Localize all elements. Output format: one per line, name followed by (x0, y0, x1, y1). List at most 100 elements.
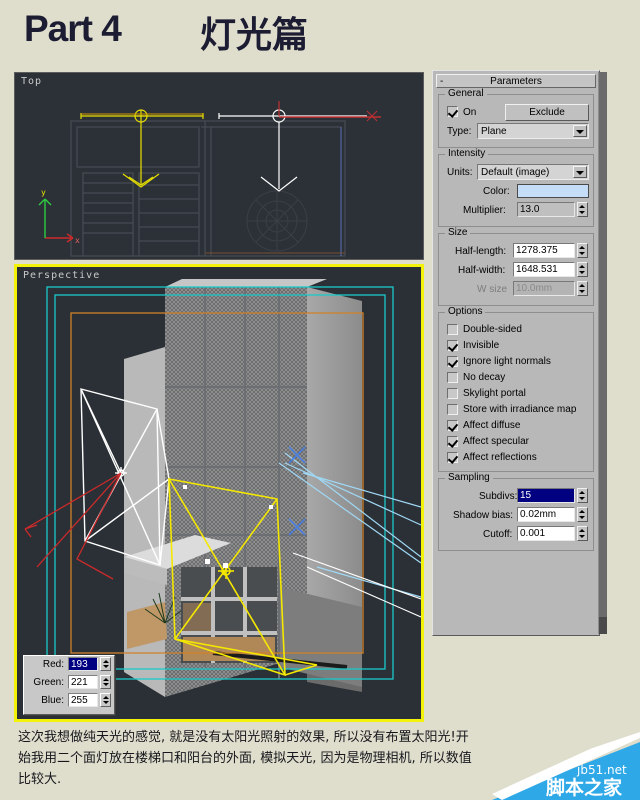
red-label: Red: (43, 659, 64, 670)
option-affect-reflections[interactable]: Affect reflections (443, 450, 589, 466)
chevron-down-icon[interactable] (573, 166, 587, 178)
light-color-swatch[interactable] (517, 184, 589, 198)
option-skylight-portal[interactable]: Skylight portal (443, 386, 589, 402)
half-width-spinner[interactable] (577, 262, 588, 277)
red-input[interactable]: 193 (68, 657, 98, 671)
option-ignore-light-normals[interactable]: Ignore light normals (443, 354, 589, 370)
affect-diffuse-checkbox[interactable] (447, 420, 458, 431)
viewport-perspective-scene (17, 267, 421, 719)
color-label: Color: (483, 186, 510, 197)
type-dropdown[interactable]: Plane (477, 123, 589, 139)
scrollbar-thumb[interactable] (599, 72, 607, 617)
row-cutoff: Cutoff: 0.001 (443, 526, 589, 543)
w-size-label: W size (477, 284, 507, 295)
multiplier-input[interactable]: 13.0 (517, 202, 575, 217)
green-spinner[interactable] (100, 675, 111, 689)
viewport-top[interactable]: Top (14, 72, 424, 260)
title-bar: Part 4 灯光篇 (0, 0, 640, 64)
option-affect-diffuse[interactable]: Affect diffuse (443, 418, 589, 434)
row-half-length: Half-length: 1278.375 (443, 243, 589, 260)
group-size: Size Half-length: 1278.375 Half-width: 1… (438, 233, 594, 306)
exclude-button[interactable]: Exclude (505, 104, 589, 121)
option-invisible[interactable]: Invisible (443, 338, 589, 354)
blue-input[interactable]: 255 (68, 693, 98, 707)
half-width-input[interactable]: 1648.531 (513, 262, 575, 277)
viewport-perspective[interactable]: Perspective (14, 264, 424, 722)
on-label: On (463, 107, 476, 118)
rgb-color-picker[interactable]: Red: 193 Green: 221 Blue: 255 (23, 655, 115, 715)
rgb-row-red: Red: 193 (26, 657, 112, 674)
group-size-title: Size (445, 228, 470, 238)
affect-reflections-checkbox[interactable] (447, 452, 458, 463)
watermark-url: jb51.net (576, 763, 627, 777)
watermark-graphic: jb51.net 脚本之家 (492, 682, 640, 800)
rollout-title: Parameters (490, 76, 542, 87)
option-no-decay[interactable]: No decay (443, 370, 589, 386)
row-units: Units: Default (image) (443, 164, 589, 181)
command-panel-scrollbar[interactable] (598, 72, 607, 634)
affect-reflections-label: Affect reflections (463, 452, 537, 463)
chevron-down-icon[interactable] (573, 125, 587, 137)
group-options: Options Double-sided Invisible Ignore li… (438, 312, 594, 472)
subdivs-label: Subdivs: (479, 491, 517, 502)
ignore-light-normals-label: Ignore light normals (463, 356, 551, 367)
double-sided-label: Double-sided (463, 324, 522, 335)
subdivs-spinner[interactable] (577, 488, 588, 503)
blue-label: Blue: (41, 695, 64, 706)
ignore-light-normals-checkbox[interactable] (447, 356, 458, 367)
option-double-sided[interactable]: Double-sided (443, 322, 589, 338)
group-intensity-title: Intensity (445, 149, 488, 159)
store-with-irradiance-map-checkbox[interactable] (447, 404, 458, 415)
type-value: Plane (481, 126, 507, 137)
green-label: Green: (33, 677, 64, 688)
row-on-exclude: On Exclude (443, 104, 589, 121)
no-decay-checkbox[interactable] (447, 372, 458, 383)
half-length-spinner[interactable] (577, 243, 588, 258)
skylight-portal-label: Skylight portal (463, 388, 526, 399)
group-intensity: Intensity Units: Default (image) Color: … (438, 154, 594, 227)
affect-diffuse-label: Affect diffuse (463, 420, 520, 431)
skylight-portal-checkbox[interactable] (447, 388, 458, 399)
command-panel: - Parameters General On Exclude Type: Pl… (432, 70, 600, 636)
parameters-rollout-header[interactable]: - Parameters (436, 74, 596, 88)
on-checkbox[interactable] (447, 106, 458, 117)
units-value: Default (image) (481, 167, 549, 178)
viewport-top-label: Top (21, 76, 42, 87)
affect-specular-checkbox[interactable] (447, 436, 458, 447)
green-input[interactable]: 221 (68, 675, 98, 689)
units-dropdown[interactable]: Default (image) (477, 164, 589, 180)
cutoff-input[interactable]: 0.001 (517, 526, 575, 541)
shadow-bias-label: Shadow bias: (453, 510, 513, 521)
watermark-brand: 脚本之家 (546, 776, 623, 799)
svg-text:x: x (75, 236, 80, 245)
option-affect-specular[interactable]: Affect specular (443, 434, 589, 450)
group-options-title: Options (445, 307, 485, 317)
viewport-top-scene: y x (15, 73, 421, 257)
row-subdivs: Subdivs: 15 (443, 488, 589, 505)
row-color: Color: (443, 183, 589, 200)
rollout-collapse-icon[interactable]: - (440, 75, 443, 89)
cutoff-spinner[interactable] (577, 526, 588, 541)
double-sided-checkbox[interactable] (447, 324, 458, 335)
blue-spinner[interactable] (100, 693, 111, 707)
half-length-input[interactable]: 1278.375 (513, 243, 575, 258)
invisible-checkbox[interactable] (447, 340, 458, 351)
multiplier-label: Multiplier: (463, 205, 506, 216)
svg-text:y: y (41, 188, 46, 197)
group-general: General On Exclude Type: Plane (438, 94, 594, 148)
watermark: jb51.net 脚本之家 (492, 682, 640, 800)
caption-text: 这次我想做纯天光的感觉, 就是没有太阳光照射的效果, 所以没有布置太阳光!开始我… (18, 727, 473, 790)
half-width-label: Half-width: (458, 265, 505, 276)
half-length-label: Half-length: (455, 246, 506, 257)
option-store-with-irradiance-map[interactable]: Store with irradiance map (443, 402, 589, 418)
multiplier-spinner[interactable] (577, 202, 588, 217)
type-label: Type: (447, 126, 471, 137)
w-size-spinner (577, 281, 588, 296)
units-label: Units: (447, 167, 473, 178)
group-sampling-title: Sampling (445, 473, 493, 483)
subdivs-input[interactable]: 15 (517, 488, 575, 503)
shadow-bias-spinner[interactable] (577, 507, 588, 522)
red-spinner[interactable] (100, 657, 111, 671)
shadow-bias-input[interactable]: 0.02mm (517, 507, 575, 522)
rgb-row-green: Green: 221 (26, 675, 112, 692)
